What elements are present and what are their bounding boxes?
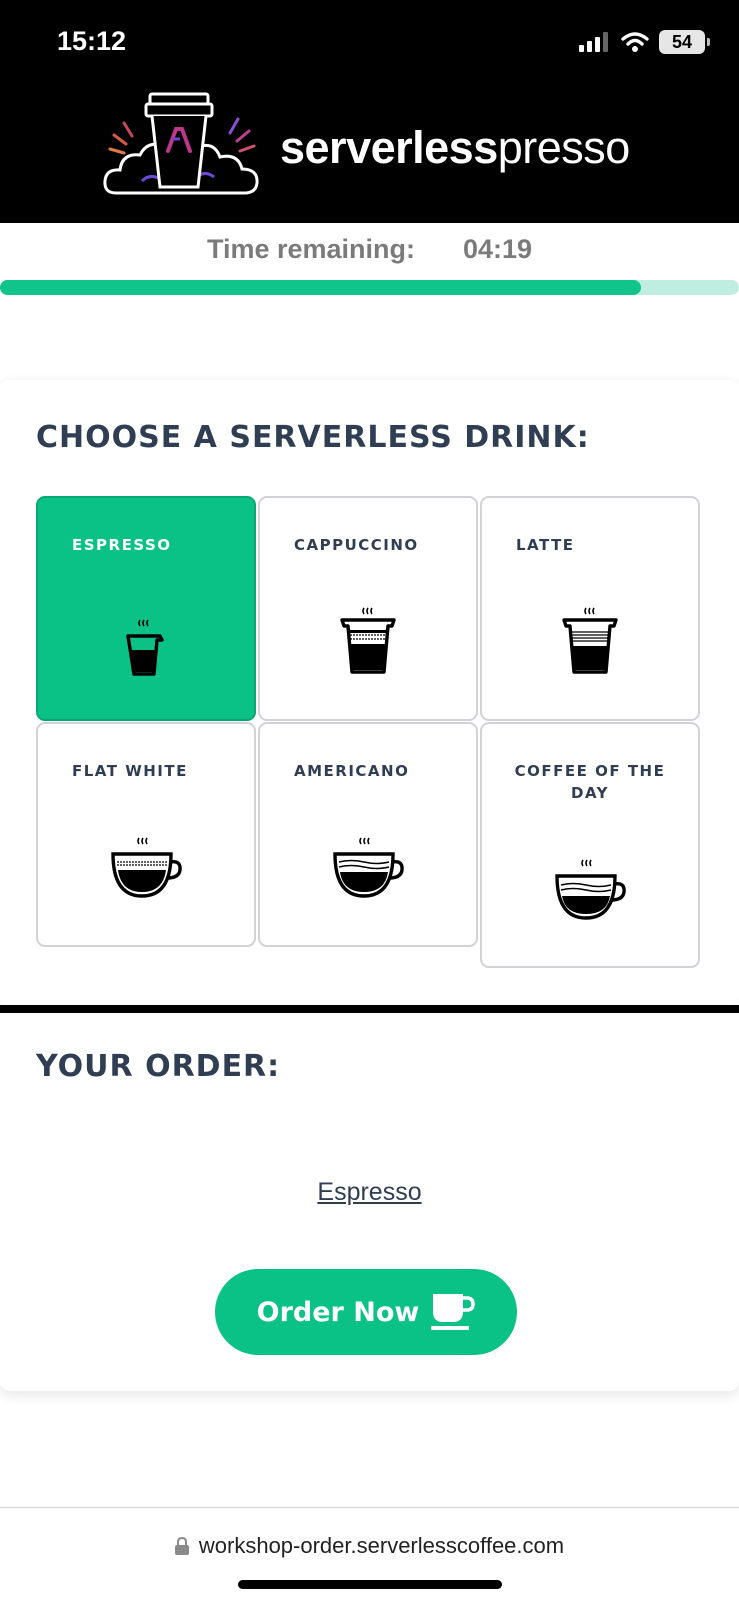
drink-label: LATTE xyxy=(516,536,575,554)
app-header: 15:12 54 serverlesspresso xyxy=(0,0,739,223)
espresso-cup-icon xyxy=(126,619,164,676)
serverlesspresso-logo xyxy=(103,92,259,195)
time-remaining-value: 04:19 xyxy=(463,234,533,264)
drink-label: ESPRESSO xyxy=(72,536,172,554)
order-title: YOUR ORDER: xyxy=(36,1049,281,1084)
time-progress-bar xyxy=(0,280,739,295)
time-progress-fill xyxy=(0,280,641,295)
signal-icon xyxy=(579,32,608,52)
lock-icon xyxy=(174,1537,189,1555)
battery-indicator: 54 xyxy=(659,30,710,54)
latte-cup-icon xyxy=(562,607,618,674)
americano-cup-icon xyxy=(333,837,404,898)
order-item-link[interactable]: Espresso xyxy=(0,1178,739,1207)
drink-tile-americano[interactable]: AMERICANO xyxy=(258,722,478,947)
drink-menu-title: CHOOSE A SERVERLESS DRINK: xyxy=(36,420,590,455)
section-divider xyxy=(0,1005,739,1013)
wifi-icon xyxy=(621,32,649,52)
coffee-of-the-day-cup-icon xyxy=(555,859,626,920)
browser-url[interactable]: workshop-order.serverlesscoffee.com xyxy=(0,1533,739,1559)
time-remaining-label: Time remaining: xyxy=(206,234,415,264)
drink-tile-latte[interactable]: LATTE xyxy=(480,496,700,721)
drink-label: FLAT WHITE xyxy=(72,762,188,780)
status-time: 15:12 xyxy=(57,26,127,56)
brand-name-light: presso xyxy=(497,122,631,173)
flat-white-cup-icon xyxy=(111,837,182,898)
status-icons: 54 xyxy=(579,30,710,54)
drink-tile-cappuccino[interactable]: CAPPUCCINO xyxy=(258,496,478,721)
browser-url-bar[interactable]: workshop-order.serverlesscoffee.com xyxy=(0,1507,739,1600)
drink-label: COFFEE OF THE DAY xyxy=(514,762,666,802)
coffee-cup-icon xyxy=(431,1294,476,1330)
brand-name-bold: serverless xyxy=(280,122,498,173)
drink-tile-flat-white[interactable]: FLAT WHITE xyxy=(36,722,256,947)
drink-label: CAPPUCCINO xyxy=(294,536,419,554)
browser-url-text: workshop-order.serverlesscoffee.com xyxy=(198,1533,565,1558)
brand-name: serverlesspresso xyxy=(280,122,630,174)
drink-tile-coffee-of-the-day[interactable]: COFFEE OF THE DAY xyxy=(480,722,700,968)
drink-tile-espresso[interactable]: ESPRESSO xyxy=(36,496,256,721)
home-indicator xyxy=(238,1580,502,1589)
cappuccino-cup-icon xyxy=(340,607,396,674)
time-remaining: Time remaining: 04:19 xyxy=(0,234,739,265)
drink-menu-card: CHOOSE A SERVERLESS DRINK: ESPRESSO CAPP… xyxy=(0,380,739,1005)
order-now-button[interactable]: Order Now xyxy=(215,1269,517,1355)
order-now-label: Order Now xyxy=(256,1296,420,1328)
drink-label: AMERICANO xyxy=(294,762,410,780)
